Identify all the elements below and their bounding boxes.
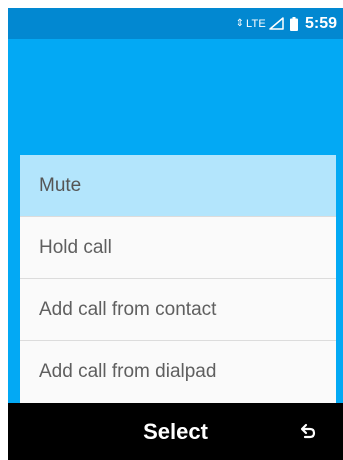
menu-item-label: Add call from contact [39, 298, 217, 320]
clock: 5:59 [304, 14, 337, 32]
phone-screen: ⇕ LTE 5:59 Mute Hold call Add call from … [0, 0, 343, 460]
menu-item-mute[interactable]: Mute [20, 155, 336, 217]
menu-item-label: Add call from dialpad [39, 361, 217, 382]
background-edge [336, 155, 343, 403]
select-softkey[interactable]: Select [8, 403, 343, 460]
softkey-bar: Select [8, 403, 343, 460]
network-type: LTE [246, 17, 266, 30]
options-menu: Mute Hold call Add call from contact Add… [20, 155, 336, 403]
menu-item-label: Mute [39, 174, 82, 196]
battery-icon [289, 16, 298, 31]
back-icon[interactable] [299, 422, 317, 440]
menu-item-add-call-from-contact[interactable]: Add call from contact [20, 279, 336, 341]
call-screen-background [8, 39, 343, 155]
menu-item-add-call-from-dialpad[interactable]: Add call from dialpad [20, 341, 336, 403]
status-bar: ⇕ LTE 5:59 [8, 8, 343, 39]
signal-icon [269, 17, 284, 30]
data-transfer-icon: ⇕ [235, 18, 244, 29]
menu-item-hold-call[interactable]: Hold call [20, 217, 336, 279]
background-edge [8, 155, 20, 403]
menu-item-label: Hold call [39, 236, 112, 258]
